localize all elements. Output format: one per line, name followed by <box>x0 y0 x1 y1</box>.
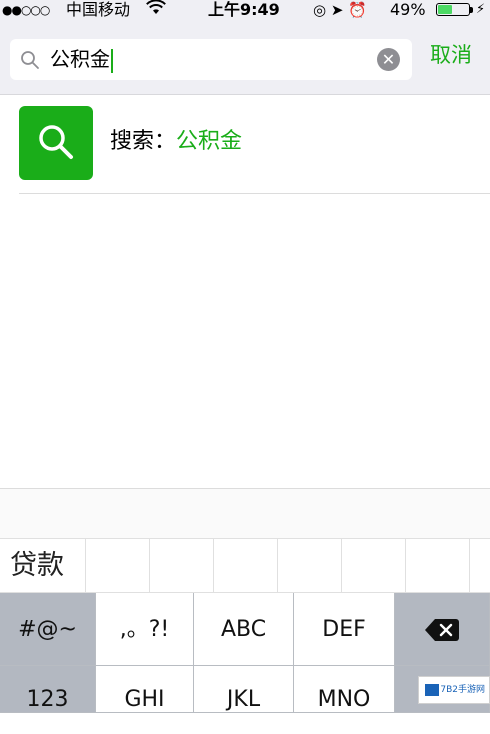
keyboard-top-area <box>0 489 490 538</box>
battery-icon <box>436 3 470 16</box>
search-query-text: 公积金 <box>50 47 110 71</box>
predictive-bar: 贷款 <box>0 538 490 593</box>
key-def[interactable]: DEF <box>294 593 395 666</box>
key-label: MNO <box>317 687 371 712</box>
search-result-keyword: 公积金 <box>176 129 243 154</box>
predictive-cell-divider <box>149 539 150 592</box>
search-bar: 公积金 ✕ 取消 <box>0 20 490 95</box>
predictive-cell-divider <box>277 539 278 592</box>
battery-tip-icon <box>470 7 473 13</box>
search-input[interactable]: 公积金 ✕ <box>10 39 412 80</box>
text-caret <box>111 48 113 73</box>
watermark-logo: 7B2手游网 <box>418 676 490 704</box>
key-123[interactable]: 123 <box>0 666 96 713</box>
watermark-text: 7B2手游网 <box>440 685 485 695</box>
divider <box>19 193 490 194</box>
clock-time: 上午9:49 <box>208 0 280 19</box>
search-result-prefix: 搜索： <box>110 129 177 154</box>
delete-key[interactable] <box>395 593 490 666</box>
key-jkl[interactable]: JKL <box>194 666 294 713</box>
signal-strength-icon: ●●○○○ <box>2 3 50 17</box>
key-abc[interactable]: ABC <box>194 593 294 666</box>
status-bar: ●●○○○ 中国移动 上午9:49 ◎ ➤ ⏰ 49% ⚡ <box>0 0 490 20</box>
battery-percentage: 49% <box>390 0 426 19</box>
key-punctuation[interactable]: ,。?! <box>96 593 194 666</box>
battery-level-fill <box>438 5 453 14</box>
watermark-logo-icon <box>425 684 439 696</box>
search-icon <box>21 51 39 69</box>
key-ghi[interactable]: GHI <box>96 666 194 713</box>
key-label: DEF <box>322 617 366 642</box>
search-icon <box>39 125 73 159</box>
predictive-cell-divider <box>405 539 406 592</box>
key-label: 123 <box>26 687 69 712</box>
wifi-icon <box>146 0 166 21</box>
search-result-row[interactable]: 搜索：公积金 <box>0 95 490 195</box>
key-label: GHI <box>124 687 165 712</box>
key-symbols[interactable]: #@~ <box>0 593 96 666</box>
search-result-icon-tile <box>19 106 93 180</box>
keyboard: #@~ ,。?! ABC DEF 123 GHI JKL MNO <box>0 593 490 713</box>
key-label: ,。?! <box>119 617 170 642</box>
delete-icon <box>425 619 459 641</box>
predictive-cell-divider <box>469 539 470 592</box>
clear-icon: ✕ <box>381 50 396 69</box>
key-label: JKL <box>226 687 261 712</box>
key-label: #@~ <box>18 617 77 642</box>
search-result-label: 搜索：公积金 <box>110 127 242 157</box>
clear-search-button[interactable]: ✕ <box>377 48 400 71</box>
predictive-cell-divider <box>341 539 342 592</box>
key-mno[interactable]: MNO <box>294 666 395 713</box>
predictive-cell-divider <box>213 539 214 592</box>
predictive-cell-divider <box>85 539 86 592</box>
cancel-button[interactable]: 取消 <box>430 40 472 70</box>
status-icons: ◎ ➤ ⏰ <box>313 1 367 19</box>
charging-bolt-icon: ⚡ <box>476 2 486 17</box>
carrier-name: 中国移动 <box>66 0 131 19</box>
key-label: ABC <box>220 617 267 642</box>
search-input-value[interactable]: 公积金 <box>50 39 113 80</box>
predictive-suggestion[interactable]: 贷款 <box>10 539 64 592</box>
